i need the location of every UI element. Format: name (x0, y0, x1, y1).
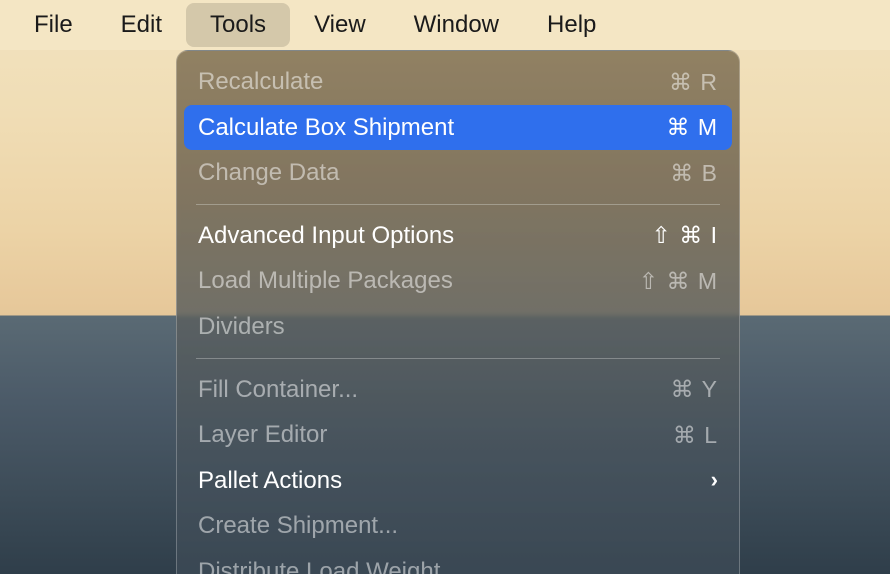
tools-dropdown: Recalculate ⌘ R Calculate Box Shipment ⌘… (176, 50, 740, 574)
menubar-item-window[interactable]: Window (390, 3, 523, 48)
menu-item-calculate-box-shipment[interactable]: Calculate Box Shipment ⌘ M (184, 105, 732, 151)
menu-separator (196, 358, 720, 359)
menu-separator (196, 204, 720, 205)
menu-item-label: Advanced Input Options (198, 219, 652, 253)
menu-item-label: Distribute Load Weight (198, 555, 718, 574)
menu-item-advanced-input-options[interactable]: Advanced Input Options ⇧ ⌘ I (184, 213, 732, 259)
menu-item-label: Load Multiple Packages (198, 264, 639, 298)
menubar-item-file[interactable]: File (10, 3, 97, 48)
menu-item-shortcut: ⇧ ⌘ I (652, 219, 718, 251)
chevron-right-icon: › (711, 465, 718, 496)
menubar-item-view[interactable]: View (290, 3, 390, 48)
menu-item-label: Calculate Box Shipment (198, 111, 666, 145)
menubar-item-edit[interactable]: Edit (97, 3, 186, 48)
menu-item-shortcut: ⌘ L (673, 419, 718, 451)
menu-item-change-data[interactable]: Change Data ⌘ B (184, 150, 732, 196)
menu-item-label: Change Data (198, 156, 670, 190)
menu-item-label: Layer Editor (198, 418, 673, 452)
menu-item-recalculate[interactable]: Recalculate ⌘ R (184, 59, 732, 105)
menu-item-shortcut: ⌘ B (670, 157, 718, 189)
menu-item-shortcut: ⌘ R (669, 66, 718, 98)
menu-item-label: Create Shipment... (198, 509, 718, 543)
menu-item-label: Recalculate (198, 65, 669, 99)
menu-item-pallet-actions[interactable]: Pallet Actions › (184, 458, 732, 504)
menu-item-load-multiple-packages[interactable]: Load Multiple Packages ⇧ ⌘ M (184, 258, 732, 304)
menu-item-shortcut: ⌘ M (666, 111, 718, 143)
menubar: File Edit Tools View Window Help (0, 0, 890, 50)
menu-item-distribute-load-weight[interactable]: Distribute Load Weight (184, 549, 732, 574)
menu-item-label: Fill Container... (198, 373, 671, 407)
menu-item-shortcut: ⌘ Y (671, 373, 718, 405)
menu-item-create-shipment[interactable]: Create Shipment... (184, 503, 732, 549)
menubar-item-help[interactable]: Help (523, 3, 620, 48)
menubar-item-tools[interactable]: Tools (186, 3, 290, 48)
menu-item-shortcut: ⇧ ⌘ M (639, 265, 718, 297)
menu-item-dividers[interactable]: Dividers (184, 304, 732, 350)
menu-item-label: Dividers (198, 310, 718, 344)
menu-item-layer-editor[interactable]: Layer Editor ⌘ L (184, 412, 732, 458)
menu-item-fill-container[interactable]: Fill Container... ⌘ Y (184, 367, 732, 413)
menu-item-label: Pallet Actions (198, 464, 711, 498)
